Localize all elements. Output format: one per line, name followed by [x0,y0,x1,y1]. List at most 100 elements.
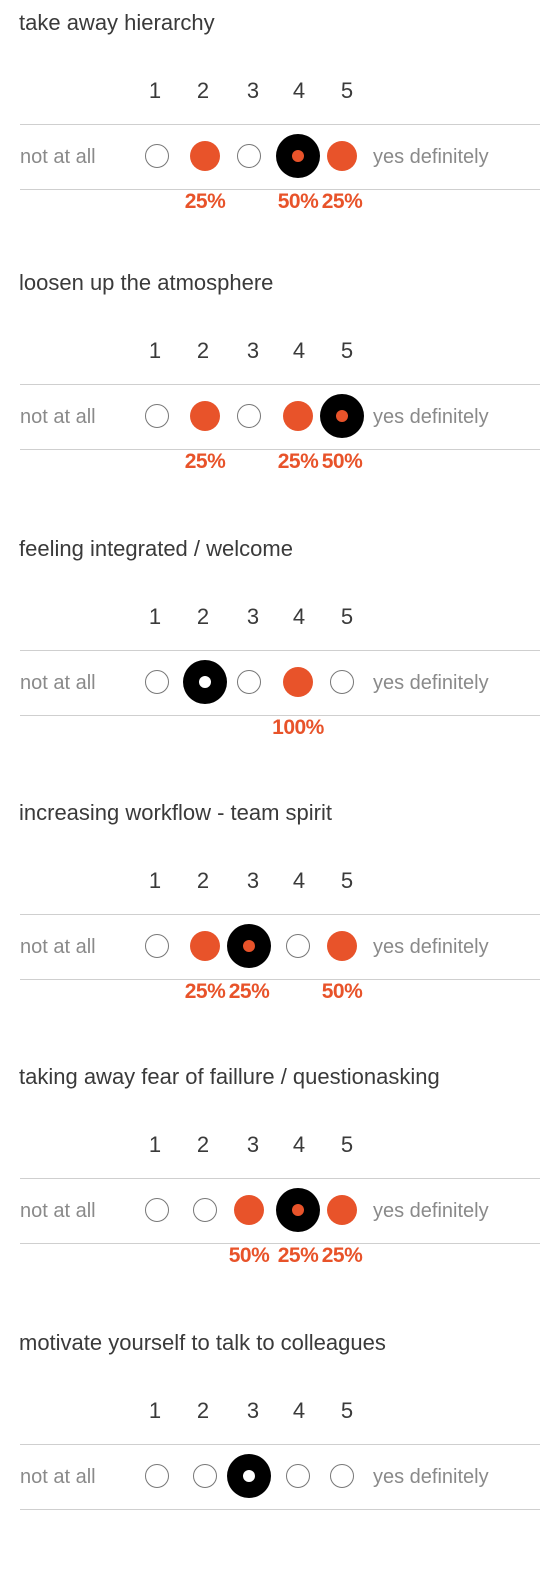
question-block: motivate yourself to talk to colleagues 1… [0,1320,551,1580]
radio-option-selected[interactable] [276,134,320,178]
scale-number: 5 [340,1398,354,1423]
scale-number: 2 [196,338,210,363]
scale-min-label: not at all [20,1200,96,1222]
scale-number: 3 [246,78,260,103]
percentage-label: 25% [184,190,226,213]
radio-option-selected[interactable] [276,1188,320,1232]
radio-dot [243,940,255,952]
scale-number: 1 [148,604,162,629]
radio-option-marked[interactable] [190,141,220,171]
scale-numbers: 1 2 3 4 5 [0,604,551,630]
percentage-label: 100% [272,716,324,739]
scale-number: 4 [292,1398,306,1423]
question-block: feeling integrated / welcome 1 2 3 4 5 not at … [0,526,551,786]
scale-number: 3 [246,868,260,893]
scale-numbers: 1 2 3 4 5 [0,338,551,364]
percentage-label: 25% [321,190,363,213]
scale-number: 2 [196,1132,210,1157]
scale-number: 2 [196,78,210,103]
scale-max-label: yes definitely [373,1200,489,1222]
scale-number: 5 [340,1132,354,1157]
question-block: taking away fear of faillure / questiona… [0,1054,551,1314]
scale-numbers: 1 2 3 4 5 [0,868,551,894]
scale-number: 1 [148,868,162,893]
percentage-label: 25% [228,980,270,1003]
scale-number: 1 [148,1132,162,1157]
scale-number: 5 [340,868,354,893]
radio-option[interactable] [237,670,261,694]
radio-option-marked[interactable] [190,931,220,961]
radio-option-selected[interactable] [227,1454,271,1498]
scale-max-label: yes definitely [373,672,489,694]
scale-number: 3 [246,1132,260,1157]
scale-number: 4 [292,868,306,893]
radio-option-marked[interactable] [327,1195,357,1225]
scale-numbers: 1 2 3 4 5 [0,78,551,104]
question-block: increasing workflow - team spirit 1 2 3 4 5 no… [0,790,551,1050]
radio-option[interactable] [145,1464,169,1488]
radio-dot [336,410,348,422]
radio-option-selected[interactable] [320,394,364,438]
question-title: take away hierarchy [19,10,215,35]
radio-option-marked[interactable] [283,667,313,697]
percentage-label: 25% [321,1244,363,1267]
scale-number: 2 [196,868,210,893]
scale-number: 1 [148,338,162,363]
scale-number: 2 [196,604,210,629]
scale-number: 4 [292,78,306,103]
scale-numbers: 1 2 3 4 5 [0,1398,551,1424]
radio-option[interactable] [193,1464,217,1488]
radio-option[interactable] [193,1198,217,1222]
radio-option[interactable] [145,670,169,694]
scale-number: 1 [148,78,162,103]
scale-min-label: not at all [20,406,96,428]
scale-number: 1 [148,1398,162,1423]
radio-option-marked[interactable] [327,931,357,961]
radio-option[interactable] [286,934,310,958]
scale-number: 4 [292,604,306,629]
scale-min-label: not at all [20,146,96,168]
scale-number: 2 [196,1398,210,1423]
radio-option[interactable] [330,1464,354,1488]
scale-number: 5 [340,338,354,363]
radio-option-marked[interactable] [327,141,357,171]
question-title: taking away fear of faillure / questiona… [19,1064,440,1089]
scale-number: 3 [246,604,260,629]
percentage-label: 50% [321,980,363,1003]
radio-option[interactable] [237,144,261,168]
scale-max-label: yes definitely [373,936,489,958]
scale-min-label: not at all [20,672,96,694]
scale-number: 4 [292,1132,306,1157]
scale-number: 5 [340,604,354,629]
radio-option-marked[interactable] [190,401,220,431]
radio-option-selected[interactable] [227,924,271,968]
question-block: loosen up the atmosphere 1 2 3 4 5 not at all y… [0,260,551,520]
question-title: loosen up the atmosphere [19,270,274,295]
scale-number: 5 [340,78,354,103]
scale-number: 4 [292,338,306,363]
radio-option[interactable] [237,404,261,428]
radio-option[interactable] [286,1464,310,1488]
radio-option[interactable] [145,144,169,168]
scale-min-label: not at all [20,1466,96,1488]
question-title: motivate yourself to talk to colleagues [19,1330,386,1355]
question-title: feeling integrated / welcome [19,536,293,561]
question-title: increasing workflow - team spirit [19,800,332,825]
radio-option-marked[interactable] [234,1195,264,1225]
scale-min-label: not at all [20,936,96,958]
scale-max-label: yes definitely [373,146,489,168]
radio-option[interactable] [330,670,354,694]
radio-option[interactable] [145,1198,169,1222]
radio-dot [292,150,304,162]
radio-option-selected[interactable] [183,660,227,704]
scale-numbers: 1 2 3 4 5 [0,1132,551,1158]
radio-dot [199,676,211,688]
radio-option[interactable] [145,934,169,958]
radio-option[interactable] [145,404,169,428]
radio-dot [243,1470,255,1482]
radio-dot [292,1204,304,1216]
radio-option-marked[interactable] [283,401,313,431]
question-block: take away hierarchy 1 2 3 4 5 not at all yes de… [0,0,551,260]
percentage-label: 50% [321,450,363,473]
percentage-label: 25% [184,450,226,473]
